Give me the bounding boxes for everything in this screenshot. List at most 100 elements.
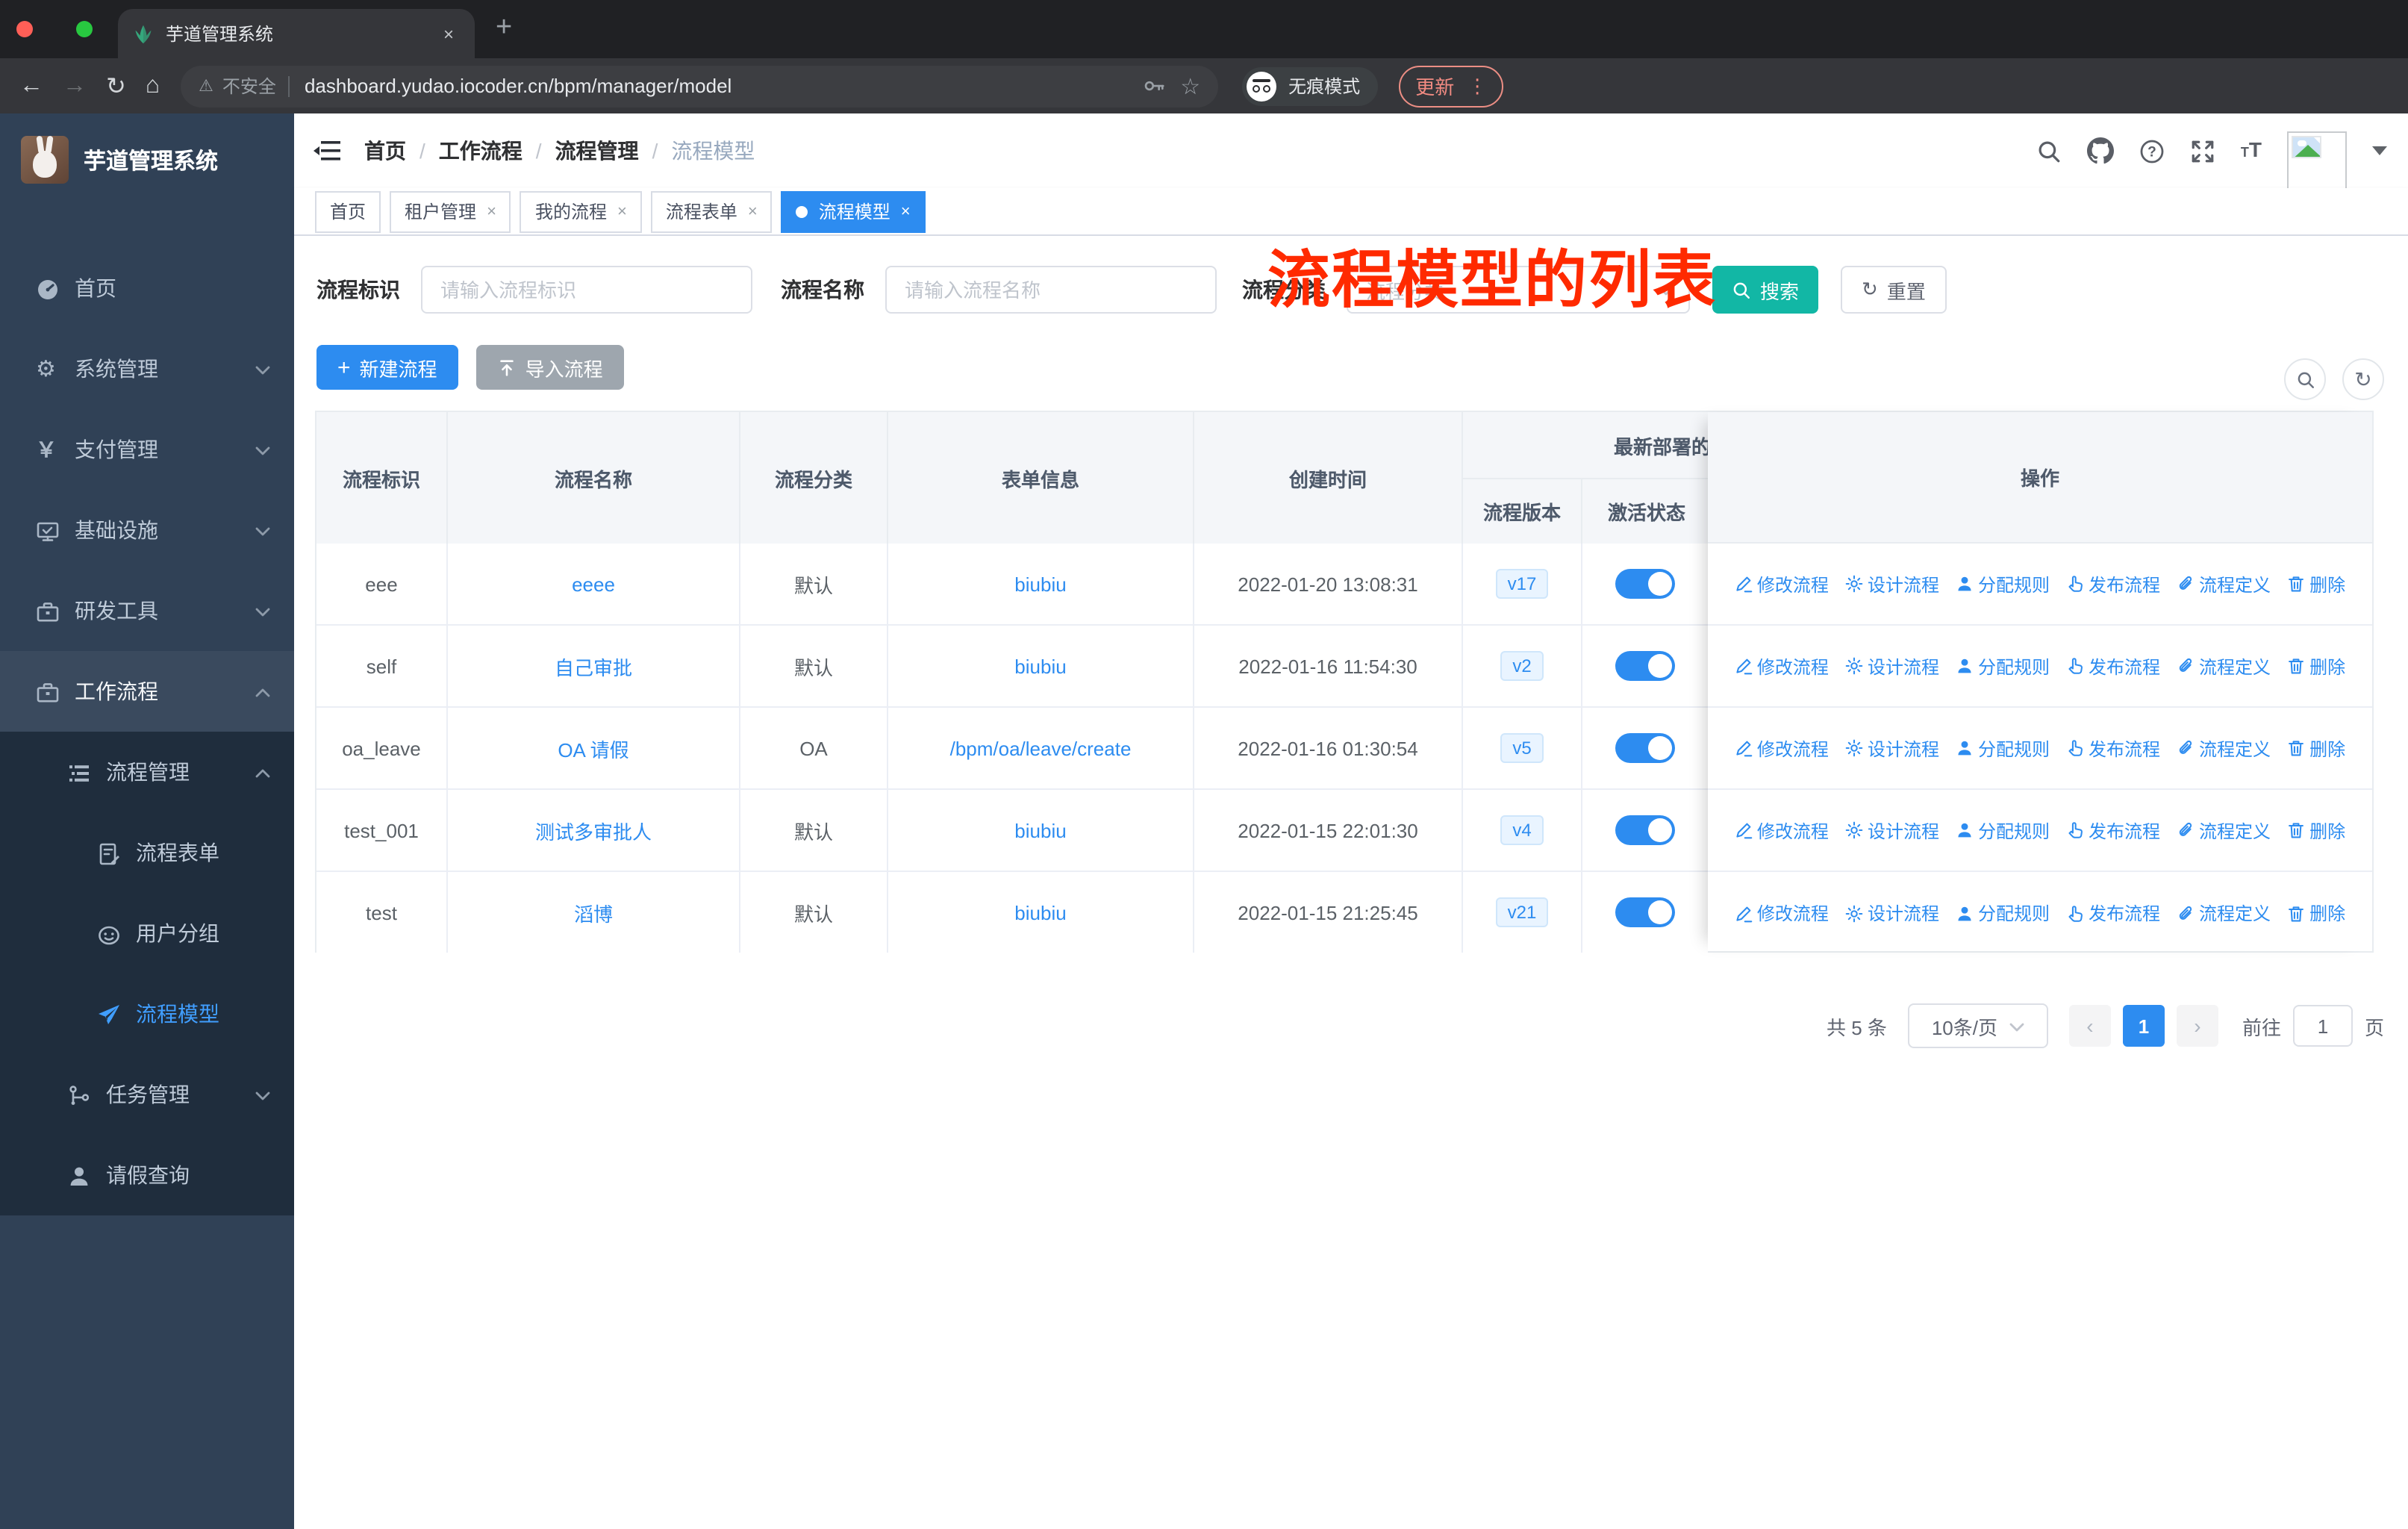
goto-page-input[interactable] [2292,1005,2353,1047]
breadcrumb-home[interactable]: 首页 [364,136,406,166]
import-process-button[interactable]: 导入流程 [475,345,624,390]
publish-process-link[interactable]: 发布流程 [2066,735,2160,761]
design-process-link[interactable]: 设计流程 [1845,900,1939,926]
delete-link[interactable]: 删除 [2287,900,2345,926]
assign-rule-link[interactable]: 分配规则 [1956,653,2050,679]
publish-process-link[interactable]: 发布流程 [2066,900,2160,926]
process-name-link[interactable]: eeee [572,573,615,595]
help-icon[interactable] [2139,138,2165,164]
form-link[interactable]: biubiu [1014,819,1066,841]
publish-process-link[interactable]: 发布流程 [2066,818,2160,843]
process-definition-link[interactable]: 流程定义 [2177,735,2271,761]
sidebar-item-user-group[interactable]: 用户分组 [0,893,294,974]
breadcrumb-workflow[interactable]: 工作流程 [439,136,523,166]
refresh-button[interactable]: ↻ [2342,358,2384,400]
current-page-button[interactable]: 1 [2122,1005,2165,1047]
back-icon[interactable]: ← [19,72,43,99]
browser-menu-icon[interactable]: ⋮ [1467,74,1487,98]
design-process-link[interactable]: 设计流程 [1845,571,1939,597]
reload-icon[interactable]: ↻ [106,71,126,101]
process-name-link[interactable]: 测试多审批人 [535,816,652,844]
update-button[interactable]: 更新 ⋮ [1399,65,1504,107]
forward-icon[interactable]: → [63,72,87,99]
create-process-button[interactable]: + 新建流程 [316,345,458,390]
sidebar-item-leave-query[interactable]: 请假查询 [0,1135,294,1215]
assign-rule-link[interactable]: 分配规则 [1956,571,2050,597]
status-toggle[interactable] [1615,897,1675,927]
sidebar-item-process-manage[interactable]: 流程管理 [0,732,294,812]
page-size-select[interactable]: 10条/页 [1907,1003,2048,1048]
reset-button[interactable]: ↻ 重置 [1841,266,1947,314]
edit-process-link[interactable]: 修改流程 [1735,818,1829,843]
avatar-dropdown-icon[interactable] [2372,146,2387,155]
process-definition-link[interactable]: 流程定义 [2177,653,2271,679]
address-bar[interactable]: ⚠ 不安全 dashboard.yudao.iocoder.cn/bpm/man… [181,65,1219,107]
search-button[interactable]: 搜索 [1712,266,1819,314]
sidebar-item-process-form[interactable]: 流程表单 [0,812,294,893]
sidebar-collapse-icon[interactable] [314,137,340,164]
sidebar-item-system[interactable]: ⚙ 系统管理 [0,328,294,409]
delete-link[interactable]: 删除 [2287,818,2345,843]
design-process-link[interactable]: 设计流程 [1845,653,1939,679]
delete-link[interactable]: 删除 [2287,735,2345,761]
publish-process-link[interactable]: 发布流程 [2066,653,2160,679]
prev-page-button[interactable]: ‹ [2068,1005,2111,1047]
tab-process-form[interactable]: 流程表单 × [650,190,773,232]
fullscreen-icon[interactable] [2190,138,2215,164]
process-name-link[interactable]: 自己审批 [555,652,632,680]
tab-process-model[interactable]: 流程模型 × [781,190,926,232]
delete-link[interactable]: 删除 [2287,653,2345,679]
edit-process-link[interactable]: 修改流程 [1735,653,1829,679]
window-minimize-button[interactable] [0,21,16,37]
search-icon[interactable] [2036,138,2062,164]
assign-rule-link[interactable]: 分配规则 [1956,818,2050,843]
edit-process-link[interactable]: 修改流程 [1735,571,1829,597]
status-toggle[interactable] [1615,733,1675,763]
publish-process-link[interactable]: 发布流程 [2066,571,2160,597]
new-tab-button[interactable]: + [496,12,512,45]
next-page-button[interactable]: › [2176,1005,2218,1047]
sidebar-item-payment[interactable]: ￥ 支付管理 [0,409,294,490]
edit-process-link[interactable]: 修改流程 [1735,735,1829,761]
browser-tab[interactable]: 芋道管理系统 × [118,9,475,58]
process-name-link[interactable]: OA 请假 [558,734,628,762]
font-size-icon[interactable]: TT [2241,139,2262,163]
tab-close-icon[interactable]: × [437,23,460,44]
window-close-button[interactable] [16,21,33,37]
tab-close-icon[interactable]: × [901,202,911,220]
home-icon[interactable]: ⌂ [146,72,160,99]
sidebar-item-process-model[interactable]: 流程模型 [0,974,294,1054]
assign-rule-link[interactable]: 分配规则 [1956,735,2050,761]
status-toggle[interactable] [1615,651,1675,681]
process-definition-link[interactable]: 流程定义 [2177,818,2271,843]
status-toggle[interactable] [1615,815,1675,845]
update-label[interactable]: 更新 [1415,72,1454,100]
sidebar-item-home[interactable]: 首页 [0,248,294,328]
form-link[interactable]: /bpm/oa/leave/create [950,737,1132,759]
process-definition-link[interactable]: 流程定义 [2177,571,2271,597]
url-text[interactable]: dashboard.yudao.iocoder.cn/bpm/manager/m… [305,75,1143,97]
edit-process-link[interactable]: 修改流程 [1735,900,1829,926]
sidebar-item-task-manage[interactable]: 任务管理 [0,1054,294,1135]
process-name-link[interactable]: 滔博 [574,898,613,927]
show-search-button[interactable] [2284,358,2326,400]
assign-rule-link[interactable]: 分配规则 [1956,900,2050,926]
tab-my-process[interactable]: 我的流程 × [520,190,642,232]
tab-tenant[interactable]: 租户管理 × [390,190,511,232]
key-icon[interactable] [1143,75,1165,97]
tab-close-icon[interactable]: × [748,202,758,220]
sidebar-item-workflow[interactable]: 工作流程 [0,651,294,732]
github-icon[interactable] [2087,137,2114,164]
form-link[interactable]: biubiu [1014,655,1066,677]
tab-close-icon[interactable]: × [487,202,496,220]
window-zoom-button[interactable] [76,21,93,37]
sidebar-item-devtools[interactable]: 研发工具 [0,570,294,651]
form-link[interactable]: biubiu [1014,573,1066,595]
breadcrumb-process-manage[interactable]: 流程管理 [555,136,639,166]
status-toggle[interactable] [1615,569,1675,599]
process-definition-link[interactable]: 流程定义 [2177,900,2271,926]
user-avatar[interactable] [2287,131,2347,191]
form-link[interactable]: biubiu [1014,901,1066,924]
tab-close-icon[interactable]: × [617,202,627,220]
process-id-input[interactable] [421,266,752,314]
